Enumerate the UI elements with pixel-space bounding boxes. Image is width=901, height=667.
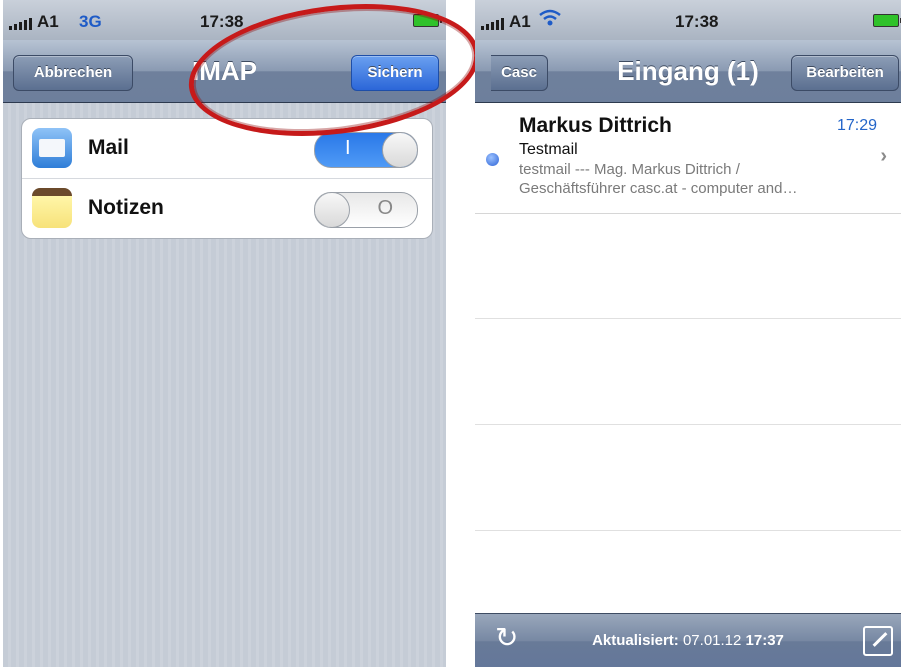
message-row[interactable]: Markus Dittrich 17:29 Testmail testmail … xyxy=(475,103,901,214)
message-sender: Markus Dittrich xyxy=(519,114,672,137)
nav-bar: Eingang (1) Casc Bearbeiten xyxy=(475,40,901,103)
update-label: Aktualisiert: xyxy=(592,632,679,649)
notes-icon xyxy=(32,188,72,228)
message-subject: Testmail xyxy=(519,141,578,158)
cancel-button[interactable]: Abbrechen xyxy=(13,55,133,91)
back-button[interactable]: Casc xyxy=(491,55,548,91)
unread-dot-icon xyxy=(486,153,499,166)
signal-icon xyxy=(9,15,33,35)
toggle-knob xyxy=(315,193,350,227)
status-time: 17:38 xyxy=(675,12,719,31)
toolbar: ↻ Aktualisiert: 07.01.12 17:37 xyxy=(475,613,901,667)
update-date: 07.01.12 xyxy=(682,632,742,649)
message-preview: testmail --- Mag. Markus Dittrich / Gesc… xyxy=(519,160,849,198)
edit-button[interactable]: Bearbeiten xyxy=(791,55,899,91)
settings-group: Mail I Notizen O xyxy=(21,118,433,239)
divider xyxy=(475,530,901,531)
chevron-right-icon: › xyxy=(880,145,887,167)
inbox-screen: A1 17:38 Eingang (1) Casc Bearbeiten Mar… xyxy=(475,0,901,667)
status-bar: A1 17:38 xyxy=(475,0,901,40)
signal-icon xyxy=(481,15,505,35)
update-status: Aktualisiert: 07.01.12 17:37 xyxy=(475,632,901,649)
mail-toggle[interactable]: I xyxy=(314,132,418,168)
wifi-icon xyxy=(539,9,561,32)
toggle-knob xyxy=(382,133,417,167)
toggle-on-mark: I xyxy=(345,137,351,159)
update-time: 17:37 xyxy=(745,632,784,649)
battery-icon xyxy=(873,14,901,27)
network-label: 3G xyxy=(79,12,102,31)
mail-icon xyxy=(32,128,72,168)
preview-line: testmail --- Mag. Markus Dittrich / xyxy=(519,161,740,178)
message-time: 17:29 xyxy=(836,117,877,134)
setting-label: Mail xyxy=(88,136,129,159)
setting-label: Notizen xyxy=(88,196,164,219)
preview-line: Geschäftsführer casc.at - computer and… xyxy=(519,180,798,197)
divider xyxy=(475,424,901,425)
status-time: 17:38 xyxy=(200,12,244,31)
notes-toggle[interactable]: O xyxy=(314,192,418,228)
compose-icon[interactable] xyxy=(863,626,893,656)
carrier-label: A1 xyxy=(37,12,59,31)
setting-row-notes: Notizen O xyxy=(22,178,432,238)
toggle-off-mark: O xyxy=(377,197,393,219)
carrier-label: A1 xyxy=(509,12,531,31)
divider xyxy=(475,318,901,319)
